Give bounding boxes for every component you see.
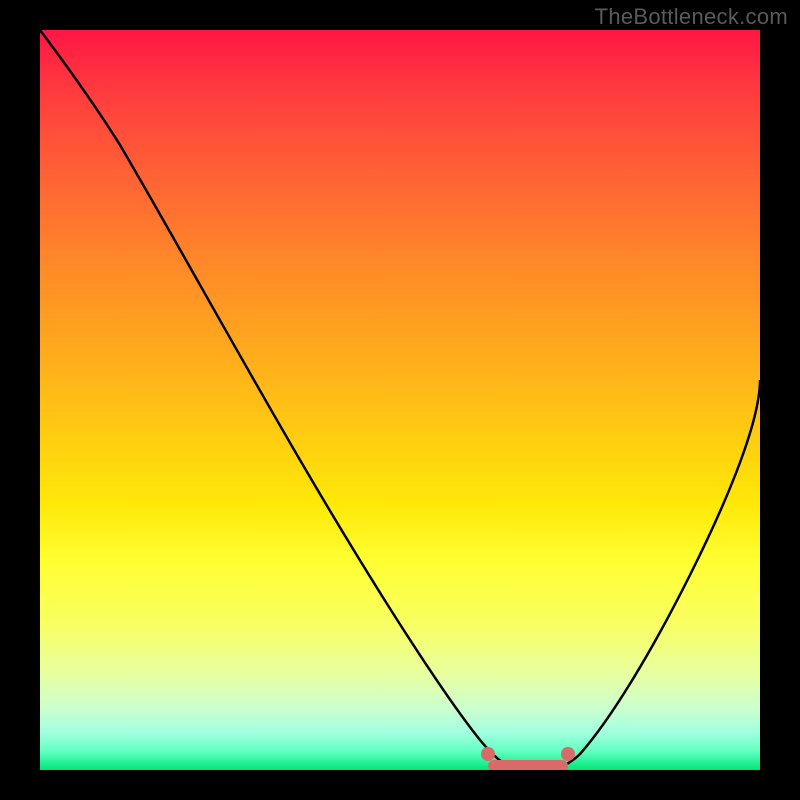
highlight-dot-right bbox=[561, 747, 575, 761]
highlight-dot-left bbox=[481, 747, 495, 761]
watermark-text: TheBottleneck.com bbox=[595, 4, 788, 30]
highlight-bar bbox=[488, 760, 568, 770]
optimal-zone-highlight bbox=[40, 30, 760, 770]
plot-area bbox=[40, 30, 760, 770]
